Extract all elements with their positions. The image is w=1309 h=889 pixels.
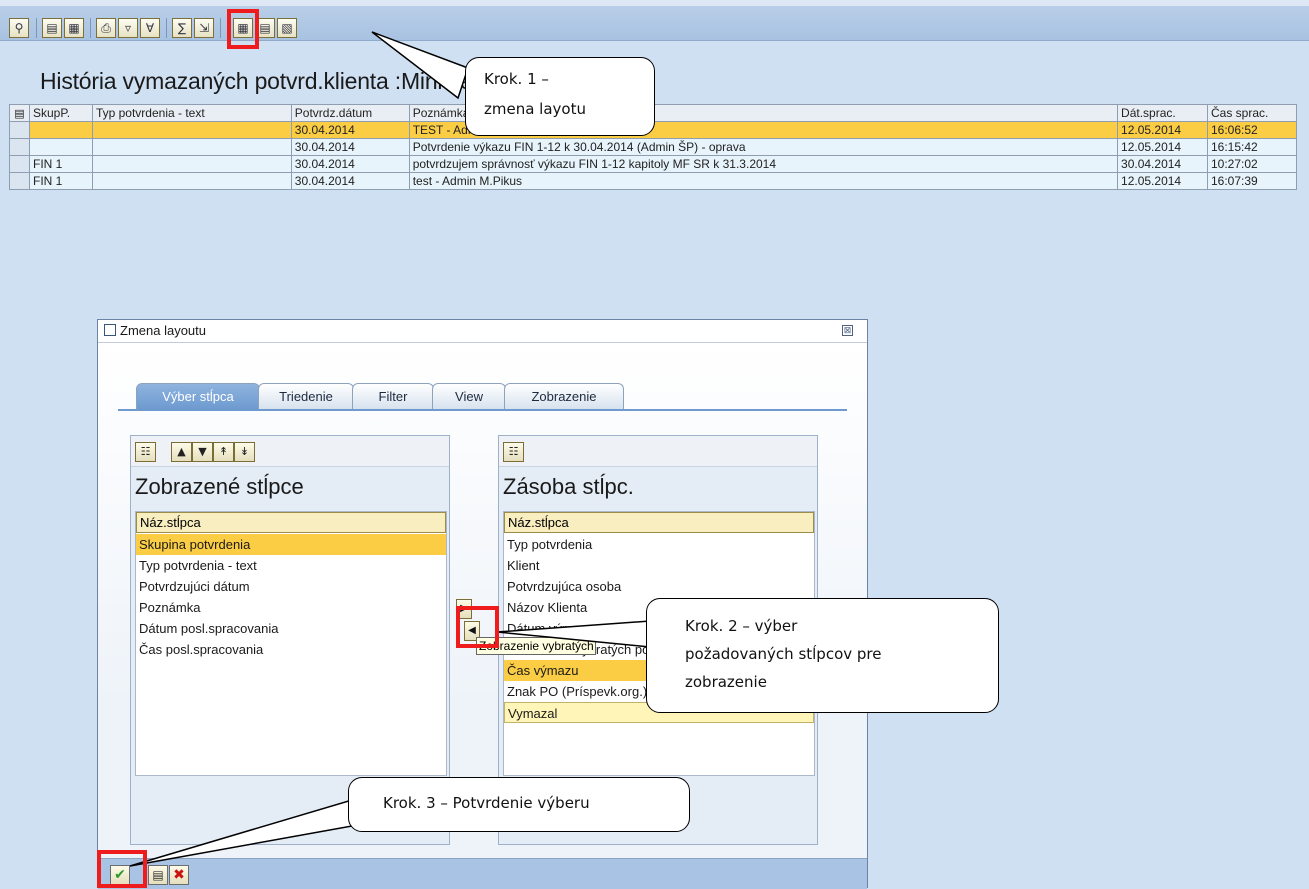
callout-text: Krok. 1 – (484, 70, 549, 88)
callout-pointer (129, 798, 353, 867)
callout-step1: Krok. 1 – zmena layotu (465, 57, 655, 136)
step2-highlight (456, 606, 499, 648)
callout-step2: Krok. 2 – výber požadovaných stĺpcov pre… (646, 598, 999, 713)
callout-step3: Krok. 3 – Potvrdenie výberu (348, 777, 690, 832)
callout-text: Krok. 3 – Potvrdenie výberu (383, 794, 590, 812)
callout-pointer (371, 31, 469, 100)
callout-text: Krok. 2 – výber (685, 617, 798, 635)
callout-text: zobrazenie (685, 673, 767, 691)
step3-highlight (97, 850, 147, 888)
callout-text: zmena layotu (484, 100, 586, 118)
callout-pointers (129, 31, 651, 867)
callout-pointer (496, 620, 651, 648)
callout-text: požadovaných stĺpcov pre (685, 645, 882, 663)
